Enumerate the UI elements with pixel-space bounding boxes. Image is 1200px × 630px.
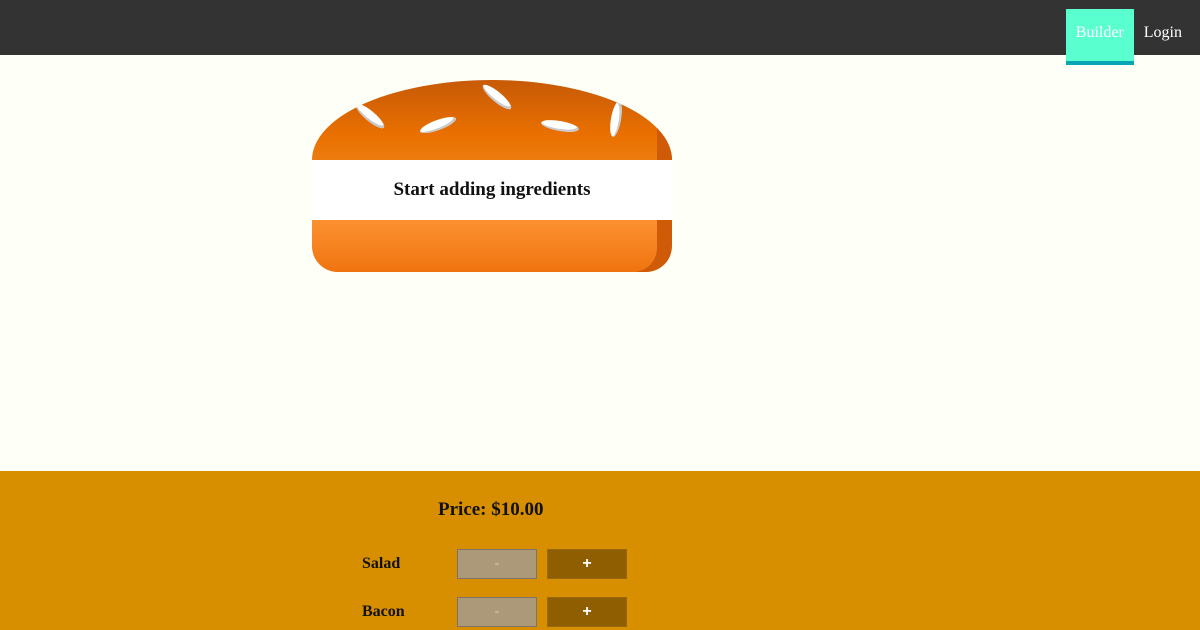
bread-bottom (312, 220, 672, 272)
burger-preview: Start adding ingredients (312, 80, 672, 272)
ingredient-row-salad: Salad - + (362, 549, 637, 579)
seed-icon (607, 100, 625, 138)
seed-icon (540, 117, 580, 135)
seed-icon (479, 81, 515, 113)
seed-icon (352, 100, 388, 132)
bread-top (312, 80, 672, 160)
remove-salad-button[interactable]: - (457, 549, 537, 579)
ingredient-label: Salad (362, 555, 401, 572)
ingredient-row-bacon: Bacon - + (362, 597, 637, 627)
navigation: Builder Login (1065, 9, 1192, 65)
ingredient-label: Bacon (362, 603, 405, 620)
price-label: Price: $10.00 (438, 499, 544, 520)
add-bacon-button[interactable]: + (547, 597, 627, 627)
nav-login-link[interactable]: Login (1134, 9, 1192, 65)
seed-icon (418, 113, 458, 137)
remove-bacon-button[interactable]: - (457, 597, 537, 627)
build-controls: Price: $10.00 Salad - + Bacon - + (0, 471, 1200, 630)
add-salad-button[interactable]: + (547, 549, 627, 579)
empty-burger-message: Start adding ingredients (312, 160, 672, 220)
toolbar: Builder Login (0, 0, 1200, 65)
nav-builder-link[interactable]: Builder (1065, 9, 1134, 65)
